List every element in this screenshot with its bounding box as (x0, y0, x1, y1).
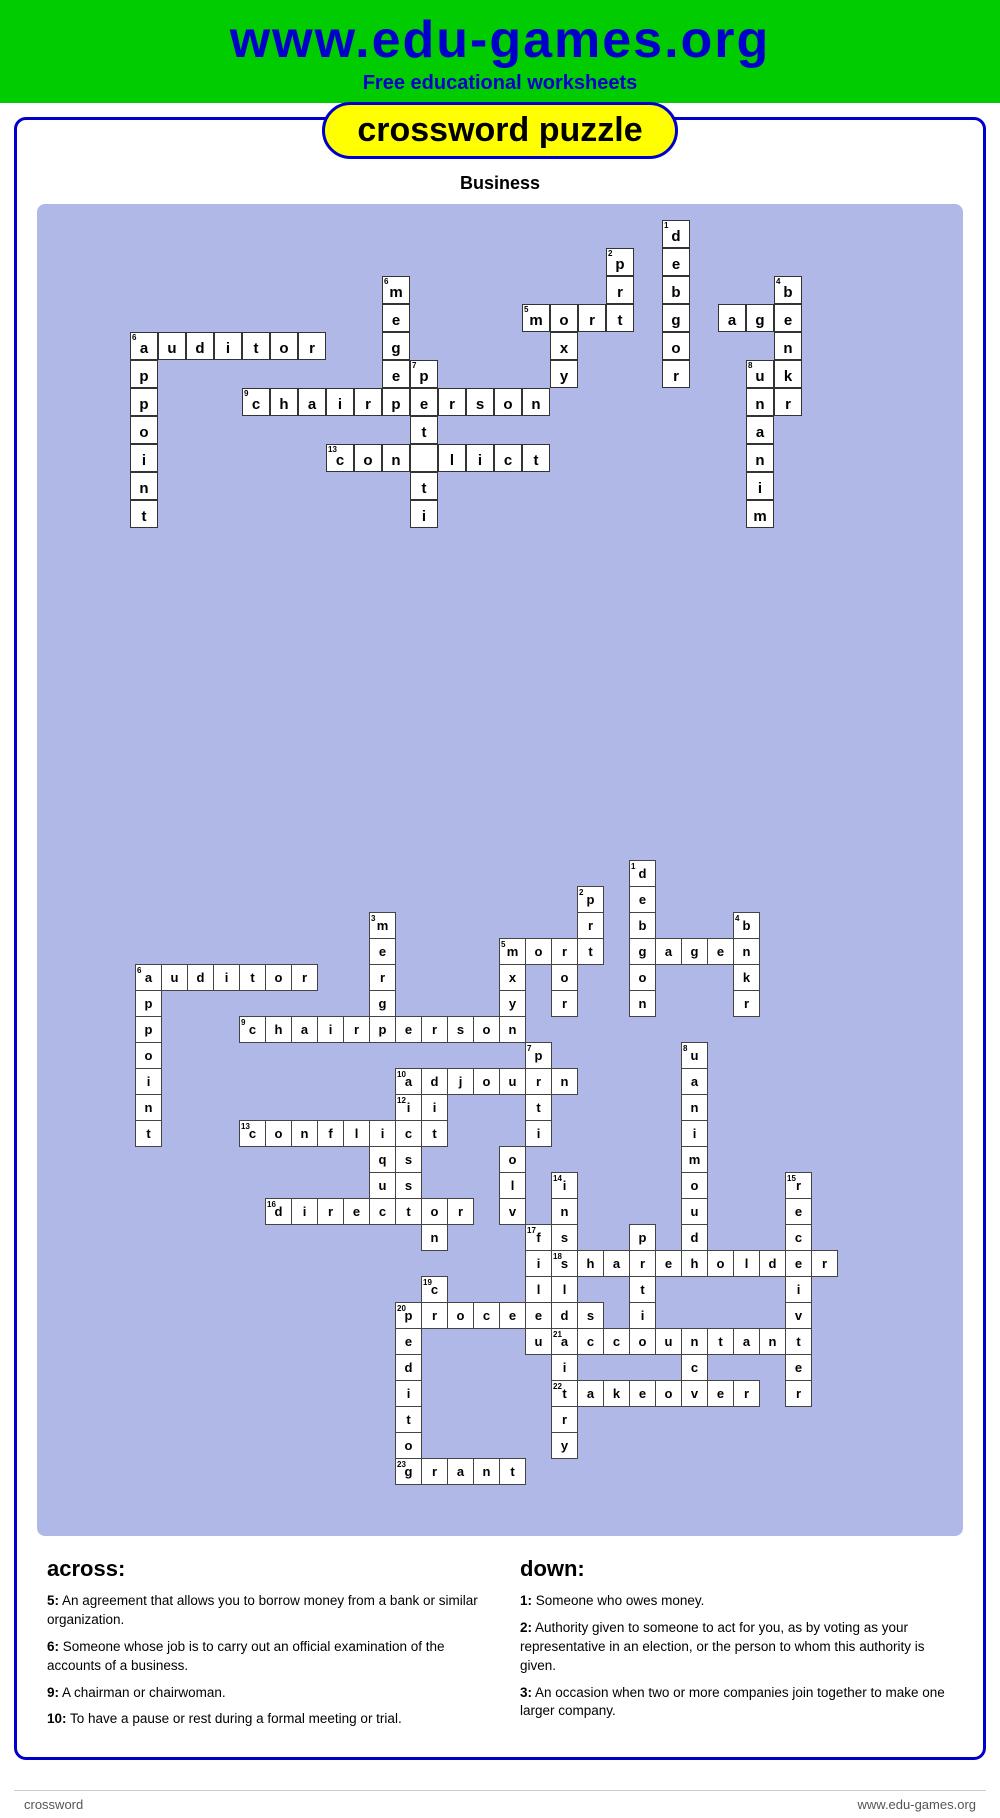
cell: i (746, 472, 774, 500)
cell: r (578, 304, 606, 332)
down-clues: down: 1: Someone who owes money. 2: Auth… (520, 1556, 953, 1737)
grid-container: 1d 2p e 6m r b 4b e 5m o r t g a g e 6a … (130, 220, 870, 860)
crossword-grid: .cw { width:26px; height:26px; border:1p… (135, 860, 865, 1520)
clue-down-1: 1: Someone who owes money. (520, 1592, 953, 1611)
cell: i (466, 444, 494, 472)
cell: b (662, 276, 690, 304)
cell: p (130, 388, 158, 416)
puzzle-table: .cw { width:26px; height:26px; border:1p… (135, 860, 838, 1485)
cell: n (774, 332, 802, 360)
cell: t (522, 444, 550, 472)
cell: r (662, 360, 690, 388)
cell: t (242, 332, 270, 360)
cell: x (550, 332, 578, 360)
puzzle-title: crossword puzzle (322, 102, 677, 159)
cell: o (354, 444, 382, 472)
cell: e (774, 304, 802, 332)
cell: h (270, 388, 298, 416)
topic-label: Business (17, 173, 983, 194)
cell: a (298, 388, 326, 416)
clue-across-6: 6: Someone whose job is to carry out an … (47, 1638, 480, 1676)
cell: n (746, 388, 774, 416)
footer-right: www.edu-games.org (858, 1797, 977, 1812)
cell: r (298, 332, 326, 360)
main-container: crossword puzzle Business 1d 2p e (14, 117, 986, 1760)
cell: e (662, 248, 690, 276)
cell: n (382, 444, 410, 472)
cell (410, 444, 438, 472)
cell: m (746, 500, 774, 528)
cell: k (774, 360, 802, 388)
cell: e (382, 360, 410, 388)
cell: y (550, 360, 578, 388)
cell: 7p (410, 360, 438, 388)
cell: 2p (606, 248, 634, 276)
clue-down-3: 3: An occasion when two or more companie… (520, 1684, 953, 1722)
across-clues: across: 5: An agreement that allows you … (47, 1556, 480, 1737)
cell: p (130, 360, 158, 388)
cell: e (382, 304, 410, 332)
cell: i (214, 332, 242, 360)
cell: r (438, 388, 466, 416)
cell: e (410, 388, 438, 416)
cell: g (662, 304, 690, 332)
cell: o (130, 416, 158, 444)
cell: t (606, 304, 634, 332)
clue-across-9: 9: A chairman or chairwoman. (47, 1684, 480, 1703)
cell: p (382, 388, 410, 416)
cell: g (382, 332, 410, 360)
cell: u (158, 332, 186, 360)
footer-left: crossword (24, 1797, 83, 1812)
cell: a (746, 416, 774, 444)
cell: r (354, 388, 382, 416)
cell: 4b (774, 276, 802, 304)
cell: r (774, 388, 802, 416)
cell: a (718, 304, 746, 332)
clue-down-2: 2: Authority given to someone to act for… (520, 1619, 953, 1676)
cell: s (466, 388, 494, 416)
cell: 8u (746, 360, 774, 388)
cell: i (326, 388, 354, 416)
cell: 13c (326, 444, 354, 472)
crossword-area: 1d 2p e 6m r b 4b e 5m o r t g a g e 6a … (37, 204, 963, 1536)
clue-across-5: 5: An agreement that allows you to borro… (47, 1592, 480, 1630)
cell: 6m (382, 276, 410, 304)
cell: t (410, 472, 438, 500)
cell: r (606, 276, 634, 304)
cell: o (550, 304, 578, 332)
cell: g (746, 304, 774, 332)
cell: d (186, 332, 214, 360)
clue-across-10: 10: To have a pause or rest during a for… (47, 1710, 480, 1729)
cell: 6a (130, 332, 158, 360)
cell: 9c (242, 388, 270, 416)
footer: crossword www.edu-games.org (14, 1790, 986, 1818)
cell: 5m (522, 304, 550, 332)
cell: o (662, 332, 690, 360)
cell: t (410, 416, 438, 444)
cell: o (494, 388, 522, 416)
cell: t (130, 500, 158, 528)
puzzle-title-wrap: crossword puzzle (17, 102, 983, 159)
cell: n (130, 472, 158, 500)
clues-section: across: 5: An agreement that allows you … (47, 1556, 953, 1737)
cell: 1d (662, 220, 690, 248)
site-subtitle: Free educational worksheets (20, 72, 980, 95)
across-heading: across: (47, 1556, 480, 1582)
cell: n (746, 444, 774, 472)
cell: o (270, 332, 298, 360)
header: www.edu-games.org Free educational works… (0, 0, 1000, 103)
cell: l (438, 444, 466, 472)
cell: i (410, 500, 438, 528)
down-heading: down: (520, 1556, 953, 1582)
cell: c (494, 444, 522, 472)
cell: i (130, 444, 158, 472)
site-title: www.edu-games.org (20, 10, 980, 70)
cell: n (522, 388, 550, 416)
